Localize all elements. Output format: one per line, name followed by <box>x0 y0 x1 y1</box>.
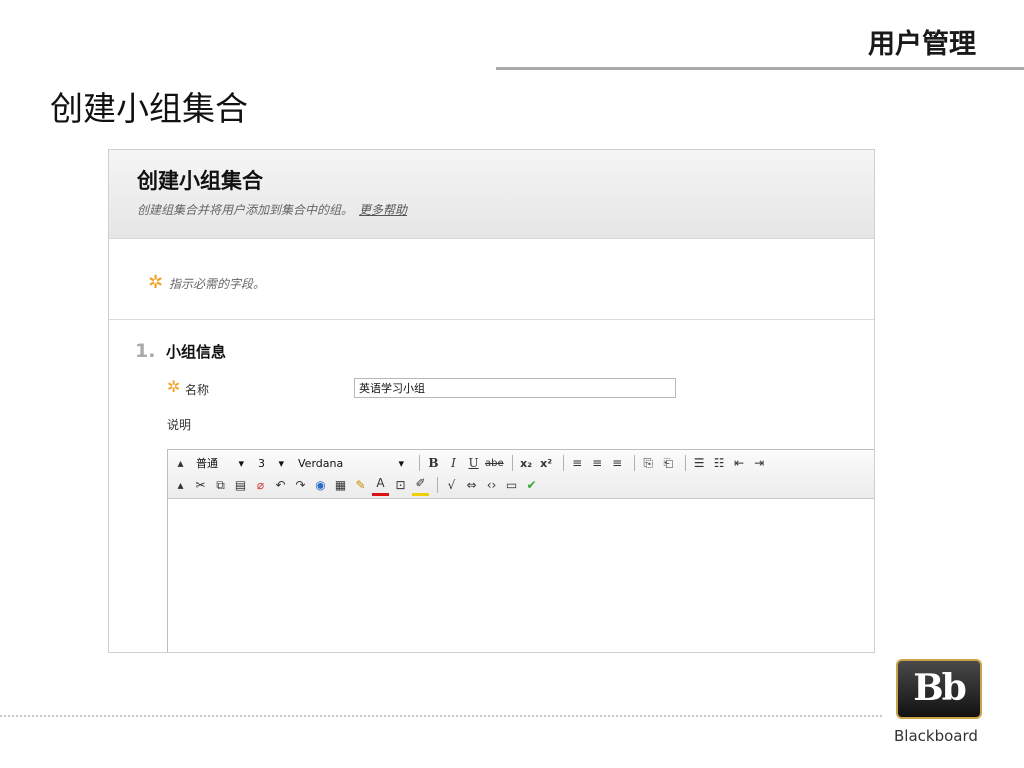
header-rule <box>496 67 1024 70</box>
blackboard-wordmark: Blackboard <box>894 727 978 745</box>
name-input[interactable] <box>354 378 676 398</box>
superscript-button[interactable]: x² <box>538 454 555 472</box>
create-group-set-screenshot: 创建小组集合 创建组集合并将用户添加到集合中的组。 更多帮助 ✲ 指示必需的字段。… <box>108 149 875 653</box>
underline-button[interactable]: U <box>465 454 482 472</box>
more-help-link[interactable]: 更多帮助 <box>359 203 407 217</box>
font-family-value: Verdana <box>298 456 344 470</box>
toolbar-divider <box>511 455 513 471</box>
chevron-down-icon: ▾ <box>278 456 284 470</box>
insert-object-icon[interactable]: ⊡ <box>392 476 409 494</box>
find-icon[interactable]: ⎘ <box>640 454 657 472</box>
outdent-icon[interactable]: ⇤ <box>731 454 748 472</box>
fullscreen-icon[interactable]: ▭ <box>503 476 520 494</box>
cut-icon[interactable]: ✂ <box>192 476 209 494</box>
subscript-button[interactable]: x₂ <box>518 454 535 472</box>
spellcheck-check-icon[interactable]: ✔ <box>523 476 540 494</box>
collapse-toolbar-icon[interactable]: ▴ <box>172 454 189 472</box>
numbered-list-icon[interactable]: ☰ <box>691 454 708 472</box>
highlight-pen-icon[interactable]: ✎ <box>352 476 369 494</box>
panel-subtitle-text: 创建组集合并将用户添加到集合中的组。 <box>137 203 354 217</box>
toolbar-divider <box>684 455 686 471</box>
table-icon[interactable]: ▦ <box>332 476 349 494</box>
slide-header: 用户管理 <box>868 29 976 60</box>
required-star-icon: ✲ <box>148 272 164 293</box>
section-title: 小组信息 <box>166 343 227 361</box>
bullet-list-icon[interactable]: ☷ <box>711 454 728 472</box>
toolbar-divider <box>562 455 564 471</box>
section-number: 1. <box>135 340 156 362</box>
footer-divider <box>0 715 882 717</box>
description-label: 说明 <box>167 418 192 432</box>
background-color-icon[interactable]: ✐ <box>412 475 429 496</box>
remove-format-icon[interactable]: ⌀ <box>252 476 269 494</box>
toolbar-row-1: ▴ 普通 ▾ 3 ▾ Verdana ▾ B I U abe x₂ x² ≡ ≡… <box>172 453 771 473</box>
align-right-icon[interactable]: ≡ <box>609 454 626 472</box>
editor-toolbar: ▴ 普通 ▾ 3 ▾ Verdana ▾ B I U abe x₂ x² ≡ ≡… <box>168 450 874 499</box>
align-left-icon[interactable]: ≡ <box>569 454 586 472</box>
toolbar-row-2: ▴ ✂ ⧉ ▤ ⌀ ↶ ↷ ◉ ▦ ✎ A ⊡ ✐ √ ⇔ ‹› ▭ ✔ <box>172 475 543 496</box>
toolbar-divider <box>437 477 438 493</box>
editor-content-area[interactable] <box>168 499 874 652</box>
text-color-icon[interactable]: A <box>372 475 389 496</box>
required-note-row: ✲ 指示必需的字段。 <box>109 239 874 320</box>
font-family-select[interactable]: Verdana ▾ <box>294 455 408 471</box>
font-size-value: 3 <box>258 456 265 470</box>
blackboard-logo: Bb <box>896 659 982 719</box>
math-icon[interactable]: √ <box>443 476 460 494</box>
panel-subtitle: 创建组集合并将用户添加到集合中的组。 更多帮助 <box>137 201 407 218</box>
chevron-down-icon: ▾ <box>238 456 244 470</box>
font-size-select[interactable]: 3 ▾ <box>254 455 288 471</box>
copy-icon[interactable]: ⧉ <box>212 476 229 494</box>
format-select-value: 普通 <box>196 457 218 470</box>
redo-icon[interactable]: ↷ <box>292 476 309 494</box>
panel-header: 创建小组集合 创建组集合并将用户添加到集合中的组。 更多帮助 <box>109 150 874 239</box>
align-center-icon[interactable]: ≡ <box>589 454 606 472</box>
rich-text-editor: ▴ 普通 ▾ 3 ▾ Verdana ▾ B I U abe x₂ x² ≡ ≡… <box>167 449 874 652</box>
name-label: 名称 <box>185 383 210 397</box>
italic-button[interactable]: I <box>445 454 462 472</box>
indent-icon[interactable]: ⇥ <box>751 454 768 472</box>
slide-title: 创建小组集合 <box>50 89 248 128</box>
collapse-toolbar-icon[interactable]: ▴ <box>172 476 189 494</box>
html-code-icon[interactable]: ‹› <box>483 476 500 494</box>
replace-icon[interactable]: ⎗ <box>660 454 677 472</box>
undo-icon[interactable]: ↶ <box>272 476 289 494</box>
toolbar-divider <box>633 455 635 471</box>
bold-button[interactable]: B <box>425 454 442 472</box>
spellcheck-icon[interactable]: ◉ <box>312 476 329 494</box>
required-star-icon: ✲ <box>167 377 181 396</box>
required-note-text: 指示必需的字段。 <box>169 277 266 291</box>
chevron-down-icon: ▾ <box>398 456 404 470</box>
panel-title: 创建小组集合 <box>137 169 263 193</box>
strikethrough-button[interactable]: abe <box>485 454 504 472</box>
toolbar-divider <box>419 455 420 471</box>
paste-icon[interactable]: ▤ <box>232 476 249 494</box>
link-icon[interactable]: ⇔ <box>463 476 480 494</box>
format-select[interactable]: 普通 ▾ <box>192 455 248 471</box>
